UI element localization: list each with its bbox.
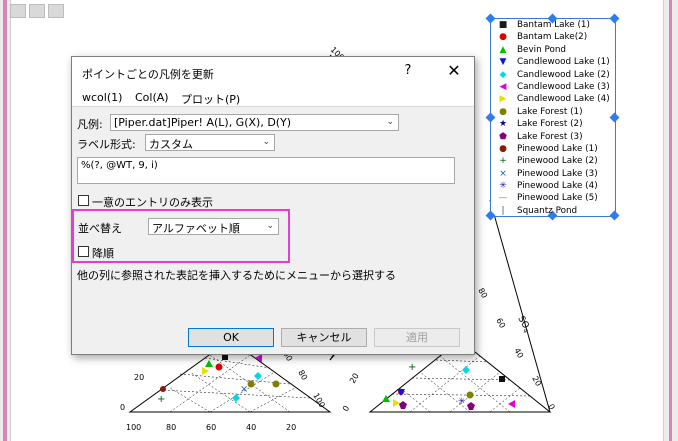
axis-tick: 40: [512, 347, 525, 360]
legend-entry: ✳ Pinewood Lake (4): [497, 180, 610, 192]
dialog-title-bar: ポイントごとの凡例を更新 ? ✕: [72, 57, 474, 88]
legend-entry: × Pinewood Lake (3): [497, 168, 610, 180]
legend-symbol-icon: ×: [499, 168, 507, 179]
legend-entry-label: Candlewood Lake (1): [517, 57, 610, 68]
chevron-down-icon: ⌄: [386, 117, 394, 127]
legend-symbol-icon: ★: [498, 119, 508, 130]
sort-label: 並べ替え: [78, 222, 122, 235]
ok-button[interactable]: OK: [188, 328, 274, 347]
axis-tick: 0: [341, 404, 351, 413]
apply-button[interactable]: 適用: [374, 328, 460, 347]
legend-entry: ● Bantam Lake(2): [497, 31, 610, 43]
legend-entry: + Pinewood Lake (2): [497, 155, 610, 167]
unique-entries-checkbox[interactable]: [78, 195, 89, 206]
legend-symbol-icon: ●: [499, 106, 507, 117]
update-legend-dialog: ポイントごとの凡例を更新 ? ✕ wcol(1) Col(A) プロット(P) …: [71, 56, 475, 355]
menu-col[interactable]: Col(A): [135, 91, 169, 104]
axis-tick: 20: [286, 423, 296, 432]
axis-tick: 80: [476, 287, 489, 300]
legend-entry-label: Candlewood Lake (3): [517, 81, 610, 92]
axis-tick: 100: [126, 423, 141, 432]
svg-text:✳: ✳: [458, 397, 466, 407]
legend-symbol-icon: |: [501, 205, 505, 216]
legend-entry: ■ Bantam Lake (1): [497, 19, 610, 31]
legend-symbol-icon: —: [498, 193, 508, 204]
axis-tick: 80: [166, 423, 176, 432]
legend-entry-label: Pinewood Lake (2): [517, 156, 598, 167]
legend-symbol-icon: ⬟: [499, 131, 507, 142]
legend-symbol-icon: ▶: [499, 94, 507, 105]
dialog-menu-bar: wcol(1) Col(A) プロット(P): [72, 88, 474, 107]
legend-entry-label: Pinewood Lake (3): [517, 168, 598, 179]
legend-symbol-icon: +: [499, 156, 507, 167]
chevron-down-icon: ⌄: [266, 221, 274, 231]
legend-entry: — Pinewood Lake (5): [497, 192, 610, 204]
cancel-button[interactable]: キャンセル: [281, 328, 367, 347]
svg-text:×: ×: [240, 384, 248, 395]
graph-workspace: 100 80 20 0 100 80 60 40 20 100 80 60: [0, 0, 678, 441]
menu-plot[interactable]: プロット(P): [181, 91, 240, 107]
close-button[interactable]: ✕: [444, 61, 464, 80]
legend-field-label: 凡例:: [77, 118, 103, 131]
legend-symbol-icon: ●: [499, 32, 507, 43]
axis-tick: 60: [494, 317, 507, 330]
axis-tick: 60: [206, 423, 216, 432]
legend-entry: ★ Lake Forest (2): [497, 118, 610, 130]
svg-text:+: +: [408, 362, 416, 373]
legend-entry-label: Pinewood Lake (5): [517, 193, 598, 204]
hint-text: 他の列に参照された表記を挿入するためにメニューから選択する: [77, 269, 396, 282]
label-format-label: ラベル形式:: [77, 138, 136, 151]
legend-entry-label: Lake Forest (3): [517, 131, 583, 142]
legend-entry: ◀ Candlewood Lake (3): [497, 81, 610, 93]
unique-entries-label: 一意のエントリのみ表示: [92, 196, 213, 209]
legend-box[interactable]: ■ Bantam Lake (1) ● Bantam Lake(2) ▲ Bevin Po…: [485, 13, 620, 221]
legend-symbol-icon: ◆: [499, 69, 507, 80]
menu-wcol[interactable]: wcol(1): [82, 91, 122, 104]
descending-checkbox[interactable]: [78, 246, 89, 257]
legend-entry-label: Candlewood Lake (2): [517, 69, 610, 80]
legend-entry-label: Squantz Pond: [517, 205, 578, 216]
legend-entry-label: Bantam Lake (1): [517, 20, 590, 30]
legend-entry: ● Lake Forest (1): [497, 106, 610, 118]
legend-entry: ▲ Bevin Pond: [497, 44, 610, 56]
svg-text:+: +: [157, 394, 165, 405]
legend-symbol-icon: ▼: [499, 57, 507, 68]
legend-entry-label: Pinewood Lake (1): [517, 143, 598, 154]
legend-list: ■ Bantam Lake (1) ● Bantam Lake(2) ▲ Bevin Po…: [497, 19, 610, 217]
axis-tick: 20: [530, 375, 543, 388]
descending-label: 降順: [92, 247, 114, 260]
axis-tick: 0: [120, 403, 125, 412]
legend-entry-label: Pinewood Lake (4): [517, 181, 598, 192]
legend-symbol-icon: ◀: [499, 81, 507, 92]
legend-symbol-icon: ▲: [499, 44, 507, 55]
legend-entry-label: Bevin Pond: [517, 44, 567, 55]
legend-entry-label: Lake Forest (2): [517, 119, 583, 130]
legend-entry: ● Pinewood Lake (1): [497, 143, 610, 155]
legend-entry: ▶ Candlewood Lake (4): [497, 93, 610, 105]
legend-symbol-icon: ✳: [499, 181, 507, 192]
legend-entry: ⬟ Lake Forest (3): [497, 131, 610, 143]
chevron-down-icon: ⌄: [262, 137, 270, 147]
axis-tick: 80: [296, 369, 309, 382]
axis-tick: 40: [246, 423, 256, 432]
legend-symbol-icon: ■: [498, 20, 508, 30]
dialog-title: ポイントごとの凡例を更新: [82, 68, 214, 81]
legend-source-select[interactable]: [Piper.dat]Piper! A(L), G(X), D(Y) ⌄: [110, 114, 399, 131]
legend-entry-label: Lake Forest (1): [517, 106, 583, 117]
legend-entry-label: Candlewood Lake (4): [517, 94, 610, 105]
axis-tick: 20: [348, 372, 361, 385]
legend-entry: | Squantz Pond: [497, 205, 610, 217]
label-format-select[interactable]: カスタム ⌄: [145, 134, 275, 151]
custom-format-input[interactable]: %(?, @WT, 9, i): [77, 157, 455, 184]
legend-entry: ▼ Candlewood Lake (1): [497, 56, 610, 68]
legend-symbol-icon: ●: [499, 143, 507, 154]
sort-order-select[interactable]: アルファベット順 ⌄: [148, 218, 279, 235]
axis-tick: 20: [134, 373, 144, 382]
so4-axis-label: SO4: [515, 315, 533, 335]
legend-entry-label: Bantam Lake(2): [517, 32, 588, 43]
legend-entry: ◆ Candlewood Lake (2): [497, 69, 610, 81]
help-button[interactable]: ?: [398, 63, 418, 78]
